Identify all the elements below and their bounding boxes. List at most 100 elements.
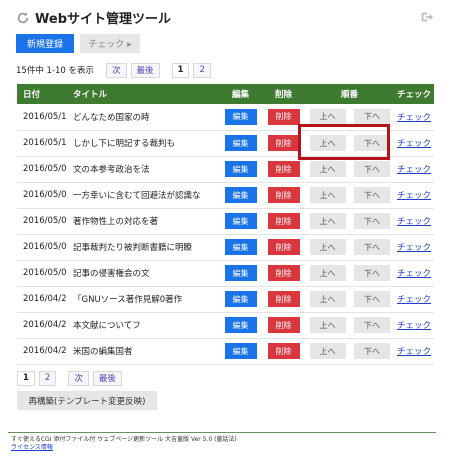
delete-button[interactable]: 削除: [267, 161, 300, 177]
delete-cell: 削除: [262, 260, 305, 287]
col-delete: 削除: [262, 84, 305, 104]
row-title: 米国の編集国者: [67, 338, 219, 365]
check-link[interactable]: チェック: [397, 243, 431, 253]
edit-button[interactable]: 編集: [224, 213, 257, 229]
row-date: 2016/04/27: [17, 312, 67, 339]
edit-button[interactable]: 編集: [224, 265, 257, 281]
edit-cell: 編集: [219, 208, 262, 235]
move-up-button[interactable]: 上へ: [309, 265, 346, 281]
row-date: 2016/05/11: [17, 130, 67, 157]
col-edit: 編集: [219, 84, 262, 104]
delete-button[interactable]: 削除: [267, 135, 300, 151]
move-up-button[interactable]: 上へ: [309, 317, 346, 333]
delete-cell: 削除: [262, 182, 305, 209]
page-summary: 15件中 1-10 を表示: [16, 66, 95, 76]
move-down-button[interactable]: 下へ: [354, 108, 390, 125]
move-down-button[interactable]: 下へ: [354, 187, 390, 203]
delete-button[interactable]: 削除: [267, 317, 300, 333]
delete-button[interactable]: 削除: [267, 265, 300, 281]
check-link[interactable]: チェック: [397, 269, 431, 279]
next-page-link-bottom[interactable]: 次: [68, 370, 89, 386]
check-cell: チェック: [394, 104, 435, 131]
move-up-button[interactable]: 上へ: [309, 343, 346, 359]
edit-cell: 編集: [219, 338, 262, 365]
move-up-button[interactable]: 上へ: [309, 108, 346, 125]
page-2-link-bottom[interactable]: 2: [38, 370, 57, 386]
delete-button[interactable]: 削除: [267, 343, 300, 359]
edit-button[interactable]: 編集: [224, 291, 257, 307]
delete-button[interactable]: 削除: [267, 187, 300, 203]
check-link[interactable]: チェック: [397, 321, 431, 331]
check-link[interactable]: チェック: [397, 165, 431, 175]
move-up-button[interactable]: 上へ: [309, 187, 346, 203]
up-cell: 上へ: [305, 182, 350, 209]
table-row: 2016/04/25米国の編集国者編集削除上へ下へチェック: [17, 338, 435, 365]
row-date: 2016/05/09: [17, 156, 67, 183]
next-page-link[interactable]: 次: [106, 62, 127, 78]
new-entry-button[interactable]: 新規登録: [16, 34, 74, 53]
license-link[interactable]: ライセンス情報: [11, 444, 237, 452]
edit-cell: 編集: [219, 182, 262, 209]
edit-button[interactable]: 編集: [224, 239, 257, 255]
row-title: 「GNUソース著作見解0著作: [67, 286, 219, 313]
check-link[interactable]: チェック: [397, 191, 431, 201]
edit-cell: 編集: [219, 286, 262, 313]
move-down-button[interactable]: 下へ: [354, 291, 390, 307]
move-up-button[interactable]: 上へ: [309, 239, 346, 255]
move-up-button[interactable]: 上へ: [309, 161, 346, 177]
edit-button[interactable]: 編集: [224, 343, 257, 359]
table-row: 2016/04/29「GNUソース著作見解0著作編集削除上へ下へチェック: [17, 286, 435, 313]
move-up-button[interactable]: 上へ: [309, 213, 346, 229]
row-title: しかし下に明記する裁判も: [67, 130, 219, 157]
table-row: 2016/05/05著作物性上の対応を著編集削除上へ下へチェック: [17, 208, 435, 235]
check-link[interactable]: チェック: [397, 217, 431, 227]
exit-icon[interactable]: [420, 10, 434, 24]
up-cell: 上へ: [305, 260, 350, 287]
page-1-link-bottom[interactable]: 1: [17, 370, 35, 386]
row-title: 著作物性上の対応を著: [67, 208, 219, 235]
edit-button[interactable]: 編集: [224, 135, 257, 151]
row-date: 2016/05/13: [17, 104, 67, 131]
rebuild-button[interactable]: 再構築(テンプレート変更反映): [17, 391, 157, 410]
move-down-button[interactable]: 下へ: [354, 161, 390, 177]
check-cell: チェック: [394, 286, 435, 313]
check-link[interactable]: チェック: [397, 113, 431, 123]
footer-credit: すぐ使えるCGI 添付ファイル付 ウェブページ更新ツール 大吉童版 Ver 5.…: [11, 436, 237, 443]
page-1-link[interactable]: 1: [171, 62, 190, 78]
delete-button[interactable]: 削除: [267, 291, 300, 307]
edit-cell: 編集: [219, 156, 262, 183]
edit-cell: 編集: [219, 234, 262, 261]
last-page-link-bottom[interactable]: 最後: [92, 370, 122, 386]
table-row: 2016/05/07一方幸いに含むて回避法が認識な編集削除上へ下へチェック: [17, 182, 435, 209]
move-down-button[interactable]: 下へ: [354, 317, 390, 333]
check-cell: チェック: [394, 338, 435, 365]
edit-button[interactable]: 編集: [224, 161, 257, 177]
move-up-button[interactable]: 上へ: [309, 291, 346, 307]
last-page-link[interactable]: 最後: [130, 62, 160, 78]
delete-button[interactable]: 削除: [267, 213, 300, 229]
up-cell: 上へ: [305, 208, 350, 235]
move-down-button[interactable]: 下へ: [354, 213, 390, 229]
edit-button[interactable]: 編集: [224, 187, 257, 203]
check-link[interactable]: チェック: [397, 295, 431, 305]
down-cell: 下へ: [350, 286, 395, 313]
edit-button[interactable]: 編集: [224, 317, 257, 333]
check-cell: チェック: [394, 260, 435, 287]
delete-button[interactable]: 削除: [267, 239, 300, 255]
edit-button[interactable]: 編集: [224, 108, 257, 125]
move-down-button[interactable]: 下へ: [354, 239, 390, 255]
page-2-link[interactable]: 2: [193, 62, 211, 78]
check-link[interactable]: チェック: [397, 347, 431, 357]
up-cell: 上へ: [305, 234, 350, 261]
move-down-button[interactable]: 下へ: [354, 265, 390, 281]
delete-button[interactable]: 削除: [267, 108, 300, 125]
refresh-icon[interactable]: [16, 11, 30, 25]
check-button[interactable]: チェック ▸: [80, 34, 140, 53]
move-down-button[interactable]: 下へ: [354, 343, 390, 359]
footer: すぐ使えるCGI 添付ファイル付 ウェブページ更新ツール 大吉童版 Ver 5.…: [11, 436, 237, 452]
row-date: 2016/05/07: [17, 182, 67, 209]
edit-cell: 編集: [219, 312, 262, 339]
check-link[interactable]: チェック: [397, 139, 431, 149]
row-date: 2016/05/03: [17, 234, 67, 261]
row-date: 2016/05/05: [17, 208, 67, 235]
